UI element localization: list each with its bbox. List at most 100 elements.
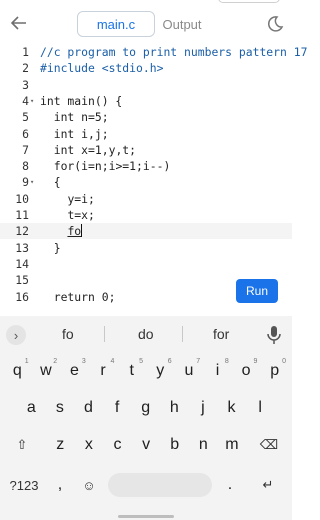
key-label: h <box>169 399 179 416</box>
key-hint: 7 <box>196 358 201 365</box>
line-number: 3 <box>22 77 29 92</box>
code-text: } <box>53 240 61 255</box>
period-key[interactable]: . <box>218 470 242 500</box>
key-g[interactable]: g <box>131 393 160 423</box>
code-line[interactable]: 12 fo <box>0 223 292 240</box>
line-number: 6 <box>22 126 29 141</box>
key-label: ↵ <box>262 477 274 492</box>
key-j[interactable]: j <box>189 393 218 423</box>
line-number: 8 <box>22 159 29 174</box>
tab-main-c[interactable]: main.c <box>77 11 155 37</box>
code-line[interactable]: 1 //c program to print numbers pattern 17 <box>0 44 307 60</box>
suggestion-1[interactable]: fo <box>62 326 74 342</box>
key-label: s <box>55 399 64 416</box>
code-line[interactable]: 4 ▾ int main() { <box>0 93 292 109</box>
app-header: main.c Output <box>0 6 292 48</box>
run-button[interactable]: Run <box>236 279 278 303</box>
code-line[interactable]: 5 int n=5; <box>0 109 292 125</box>
key-d[interactable]: d <box>74 393 103 423</box>
code-text: int main() { <box>40 93 123 108</box>
on-screen-keyboard: › fo do for q1w2e3r4t5y6u7i8o9p0 asdfghjk… <box>0 316 292 520</box>
code-text: int i,j; <box>53 126 109 141</box>
key-v[interactable]: v <box>132 430 161 460</box>
key-l[interactable]: l <box>246 393 275 423</box>
shift-key[interactable]: ⇧ <box>4 430 40 460</box>
back-arrow-icon[interactable] <box>8 12 30 34</box>
key-label: r <box>100 362 106 379</box>
line-number: 16 <box>15 289 29 304</box>
key-hint: 1 <box>24 358 29 365</box>
key-label: c <box>113 436 122 453</box>
emoji-icon[interactable]: ☺ <box>76 470 102 500</box>
code-text: return 0; <box>53 289 116 304</box>
suggestion-3[interactable]: for <box>213 326 229 342</box>
text-caret <box>81 224 83 238</box>
key-z[interactable]: z <box>46 430 75 460</box>
tab-output[interactable]: Output <box>157 11 207 37</box>
key-hint: 3 <box>81 358 86 365</box>
key-b[interactable]: b <box>160 430 189 460</box>
key-s[interactable]: s <box>46 393 75 423</box>
key-o[interactable]: o9 <box>232 356 261 386</box>
microphone-icon[interactable] <box>266 325 282 345</box>
code-line[interactable]: 7 int x=1,y,t; <box>0 142 292 158</box>
line-number: 14 <box>15 256 29 271</box>
key-h[interactable]: h <box>160 393 189 423</box>
key-label: b <box>170 436 180 453</box>
key-m[interactable]: m <box>218 430 247 460</box>
key-r[interactable]: r4 <box>89 356 118 386</box>
key-label: ☺ <box>82 477 96 493</box>
line-number: 1 <box>22 45 29 59</box>
key-p[interactable]: p0 <box>260 356 289 386</box>
space-bar[interactable] <box>108 473 212 497</box>
key-k[interactable]: k <box>217 393 246 423</box>
key-u[interactable]: u7 <box>175 356 204 386</box>
code-line[interactable]: 14 <box>0 256 292 272</box>
composing-text: fo <box>67 224 82 239</box>
key-hint: 6 <box>167 358 172 365</box>
key-hint: 2 <box>53 358 58 365</box>
key-y[interactable]: y6 <box>146 356 175 386</box>
dark-mode-icon[interactable] <box>266 15 284 33</box>
key-w[interactable]: w2 <box>32 356 61 386</box>
key-e[interactable]: e3 <box>60 356 89 386</box>
code-line[interactable]: 11 t=x; <box>0 207 292 223</box>
line-number: 4 <box>22 93 29 108</box>
code-text: { <box>53 175 61 190</box>
key-hint: 8 <box>224 358 229 365</box>
code-text: int x=1,y,t; <box>53 142 137 157</box>
suggestion-2[interactable]: do <box>138 326 154 342</box>
key-c[interactable]: c <box>103 430 132 460</box>
fold-arrow-icon[interactable]: ▾ <box>30 178 34 186</box>
key-t[interactable]: t5 <box>117 356 146 386</box>
code-text: int n=5; <box>53 110 109 125</box>
enter-key[interactable]: ↵ <box>248 470 288 500</box>
line-number: 12 <box>15 224 29 239</box>
key-label: m <box>225 436 239 453</box>
code-line[interactable]: 2 #include <stdio.h> <box>0 60 292 76</box>
line-number: 5 <box>22 110 29 125</box>
key-n[interactable]: n <box>189 430 218 460</box>
fold-arrow-icon[interactable]: ▾ <box>30 97 34 105</box>
symbols-key[interactable]: ?123 <box>4 470 44 500</box>
backspace-key[interactable]: ⌫ <box>250 430 288 460</box>
key-x[interactable]: x <box>75 430 104 460</box>
comma-key[interactable]: , <box>48 470 72 500</box>
key-a[interactable]: a <box>17 393 46 423</box>
suggestion-divider <box>182 326 183 342</box>
key-label: n <box>198 436 208 453</box>
code-line[interactable]: 10 y=i; <box>0 191 292 207</box>
code-line[interactable]: 9 ▾ { <box>0 174 292 190</box>
code-line[interactable]: 6 int i,j; <box>0 126 292 142</box>
suggestion-bar: › fo do for <box>0 316 292 352</box>
code-line[interactable]: 13} <box>0 240 292 256</box>
code-line[interactable]: 8 for(i=n;i>=1;i--) <box>0 158 292 174</box>
code-editor[interactable]: 1 //c program to print numbers pattern 17… <box>0 42 307 312</box>
key-label: l <box>258 399 262 416</box>
key-label: o <box>241 362 251 379</box>
key-i[interactable]: i8 <box>203 356 232 386</box>
chevron-right-icon[interactable]: › <box>6 325 26 345</box>
key-f[interactable]: f <box>103 393 132 423</box>
code-line[interactable]: 3 <box>0 77 292 93</box>
key-q[interactable]: q1 <box>3 356 32 386</box>
